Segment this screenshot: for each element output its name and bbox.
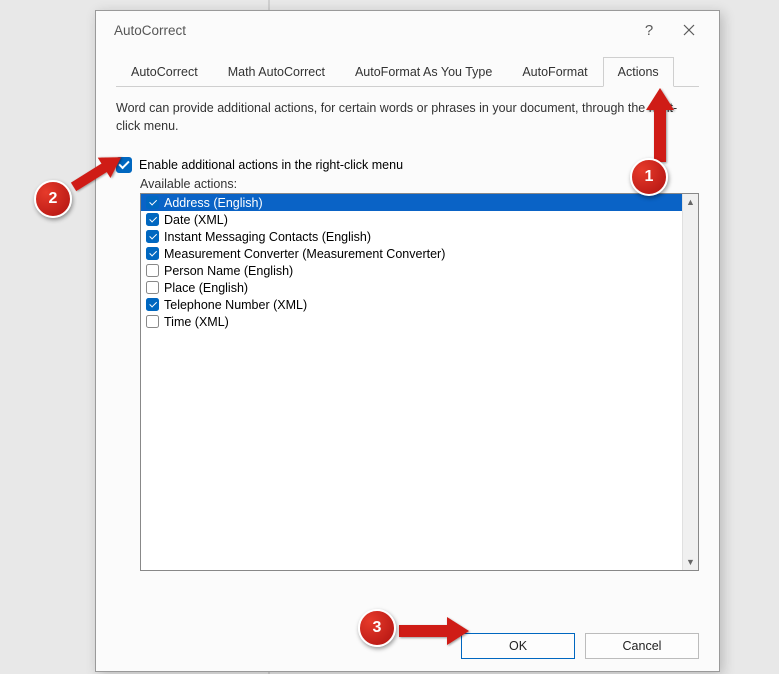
tab-math-autocorrect[interactable]: Math AutoCorrect <box>213 57 340 86</box>
autocorrect-dialog: AutoCorrect ? AutoCorrectMath AutoCorrec… <box>95 10 720 672</box>
action-label: Measurement Converter (Measurement Conve… <box>164 247 445 261</box>
list-item[interactable]: Place (English) <box>141 279 682 296</box>
tab-bar: AutoCorrectMath AutoCorrectAutoFormat As… <box>116 57 699 87</box>
titlebar: AutoCorrect ? <box>96 11 719 49</box>
tab-autoformat[interactable]: AutoFormat <box>507 57 602 86</box>
action-checkbox[interactable] <box>146 247 159 260</box>
action-checkbox[interactable] <box>146 315 159 328</box>
annotation-badge-2: 2 <box>34 180 72 218</box>
description-text: Word can provide additional actions, for… <box>116 99 699 135</box>
action-label: Date (XML) <box>164 213 228 227</box>
action-checkbox[interactable] <box>146 264 159 277</box>
list-item[interactable]: Time (XML) <box>141 313 682 330</box>
enable-actions-checkbox[interactable] <box>116 157 132 173</box>
tab-actions[interactable]: Actions <box>603 57 674 87</box>
list-item[interactable]: Instant Messaging Contacts (English) <box>141 228 682 245</box>
list-item[interactable]: Date (XML) <box>141 211 682 228</box>
scroll-down-icon[interactable]: ▼ <box>683 554 698 570</box>
scrollbar[interactable]: ▲ ▼ <box>682 194 698 570</box>
list-item[interactable]: Measurement Converter (Measurement Conve… <box>141 245 682 262</box>
ok-button[interactable]: OK <box>461 633 575 659</box>
action-label: Person Name (English) <box>164 264 293 278</box>
action-checkbox[interactable] <box>146 196 159 209</box>
action-label: Address (English) <box>164 196 263 210</box>
close-icon <box>683 24 695 36</box>
help-button[interactable]: ? <box>629 15 669 45</box>
available-actions-listbox[interactable]: Address (English) Date (XML) Instant Messa… <box>140 193 699 571</box>
enable-actions-row: Enable additional actions in the right-c… <box>116 157 699 173</box>
action-label: Instant Messaging Contacts (English) <box>164 230 371 244</box>
available-actions-label: Available actions: <box>140 177 699 191</box>
dialog-footer: OK Cancel <box>96 611 719 671</box>
list-item[interactable]: Person Name (English) <box>141 262 682 279</box>
action-checkbox[interactable] <box>146 281 159 294</box>
action-checkbox[interactable] <box>146 230 159 243</box>
list-item[interactable]: Telephone Number (XML) <box>141 296 682 313</box>
action-label: Place (English) <box>164 281 248 295</box>
tab-autocorrect[interactable]: AutoCorrect <box>116 57 213 86</box>
close-button[interactable] <box>669 15 709 45</box>
cancel-button[interactable]: Cancel <box>585 633 699 659</box>
action-checkbox[interactable] <box>146 298 159 311</box>
enable-actions-label: Enable additional actions in the right-c… <box>139 158 403 172</box>
action-label: Time (XML) <box>164 315 229 329</box>
dialog-title: AutoCorrect <box>114 23 629 38</box>
action-label: Telephone Number (XML) <box>164 298 307 312</box>
tab-autoformat-as-you-type[interactable]: AutoFormat As You Type <box>340 57 507 86</box>
scroll-up-icon[interactable]: ▲ <box>683 194 698 210</box>
action-checkbox[interactable] <box>146 213 159 226</box>
list-item[interactable]: Address (English) <box>141 194 682 211</box>
